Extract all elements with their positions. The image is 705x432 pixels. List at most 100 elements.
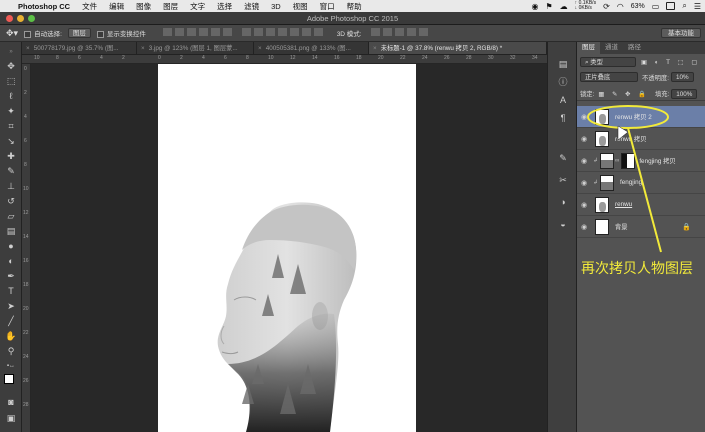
menu-type[interactable]: 文字 — [184, 1, 211, 12]
maximize-window-icon[interactable] — [28, 15, 35, 22]
list-icon[interactable]: ☰ — [694, 2, 701, 11]
layer-name[interactable]: renwu 拷贝 — [615, 134, 647, 143]
lock-icons[interactable]: ▦ ✎ ✥ 🔒 — [598, 90, 649, 98]
path-select-icon[interactable]: ➤ — [4, 300, 18, 312]
tab-paths[interactable]: 路径 — [623, 42, 646, 54]
menu-app-name[interactable]: Photoshop CC — [12, 2, 76, 11]
distribute-bottom-icon[interactable] — [265, 28, 275, 36]
layer-row[interactable]: ◉ renwu — [577, 194, 705, 216]
pen-icon[interactable]: ✒ — [4, 270, 18, 282]
character-icon[interactable]: A — [556, 94, 570, 106]
menu-help[interactable]: 帮助 — [341, 1, 368, 12]
close-tab-icon[interactable]: × — [141, 45, 145, 52]
distribute-top-icon[interactable] — [241, 28, 251, 36]
drag-3d-icon[interactable] — [394, 28, 404, 36]
layer-row[interactable]: ◉ renwu 拷贝 2 — [577, 106, 705, 128]
align-bottom-icon[interactable] — [186, 28, 196, 36]
zoom-icon[interactable]: ⚲ — [4, 345, 18, 357]
layer-name[interactable]: 背景 — [615, 222, 628, 231]
roll-3d-icon[interactable] — [382, 28, 392, 36]
paragraph-icon[interactable]: ¶ — [556, 112, 570, 124]
eyedropper-icon[interactable]: ↘ — [4, 135, 18, 147]
styles-icon[interactable]: ◒ — [556, 218, 570, 230]
layer-row[interactable]: ◉ ↲ ∞ fengjing 拷贝 — [577, 150, 705, 172]
auto-select-checkbox[interactable]: 自动选择: — [24, 28, 62, 38]
show-transform-checkbox[interactable]: 显示变换控件 — [96, 28, 146, 38]
foreground-color-swatch[interactable] — [4, 374, 14, 384]
marquee-icon[interactable]: ⬚ — [4, 75, 18, 87]
screen-mode-icon[interactable]: ▣ — [4, 412, 18, 424]
adjustments-icon[interactable]: ◑ — [556, 196, 570, 208]
brush-panel-icon[interactable]: ✎ — [556, 152, 570, 164]
gradient-icon[interactable]: ▤ — [4, 225, 18, 237]
stamp-icon[interactable]: ⊥ — [4, 180, 18, 192]
visibility-eye-icon[interactable]: ◉ — [577, 223, 591, 231]
info-icon[interactable]: ⓘ — [556, 76, 570, 88]
menu-select[interactable]: 选择 — [211, 1, 238, 12]
visibility-eye-icon[interactable]: ◉ — [577, 135, 591, 143]
visibility-eye-icon[interactable]: ◉ — [577, 179, 591, 187]
workspace-dropdown[interactable]: 基本功能 — [661, 28, 701, 38]
visibility-eye-icon[interactable]: ◉ — [577, 157, 591, 165]
menu-window[interactable]: 窗口 — [314, 1, 341, 12]
blend-mode-dropdown[interactable]: 正片叠底 — [580, 72, 638, 82]
distribute-vcenter-icon[interactable] — [253, 28, 263, 36]
align-vcenter-icon[interactable] — [174, 28, 184, 36]
move-icon[interactable]: ✥ — [4, 60, 18, 72]
clone-source-icon[interactable]: ✂ — [556, 174, 570, 186]
filter-kind-dropdown[interactable]: ⌕ 类型 — [580, 57, 636, 67]
doc-tab-2[interactable]: × 3.jpg @ 123% (图层 1, 图层蒙... — [137, 42, 254, 54]
filter-icons[interactable]: ▣ ◐ T ⬚ ▢ — [641, 59, 700, 66]
doc-tab-3[interactable]: × 400505381.png @ 133% (图... — [254, 42, 369, 54]
lasso-icon[interactable]: ℓ — [4, 90, 18, 102]
battery-icon[interactable]: ▭ — [652, 2, 660, 11]
blur-icon[interactable]: ● — [4, 240, 18, 252]
type-icon[interactable]: T — [4, 285, 18, 297]
quick-mask-icon[interactable]: ◙ — [4, 396, 18, 408]
align-hcenter-icon[interactable] — [210, 28, 220, 36]
menu-edit[interactable]: 编辑 — [103, 1, 130, 12]
layer-name[interactable]: fengjing 拷贝 — [639, 156, 675, 165]
dodge-icon[interactable]: ◐ — [4, 255, 18, 267]
layer-row[interactable]: ◉ renwu 拷贝 — [577, 128, 705, 150]
align-left-icon[interactable] — [198, 28, 208, 36]
menu-3d[interactable]: 3D — [265, 2, 287, 11]
default-colors-icon[interactable]: ▪↔ — [4, 360, 18, 372]
cloud-icon[interactable]: ☁ — [560, 2, 568, 11]
tab-channels[interactable]: 通道 — [600, 42, 623, 54]
visibility-eye-icon[interactable]: ◉ — [577, 201, 591, 209]
minimize-window-icon[interactable] — [17, 15, 24, 22]
opacity-input[interactable]: 10% — [670, 72, 694, 82]
visibility-eye-icon[interactable]: ◉ — [577, 113, 591, 121]
close-tab-icon[interactable]: × — [26, 45, 30, 52]
layer-name[interactable]: fengjing — [620, 179, 642, 186]
spotlight-icon[interactable]: ⌕ — [682, 1, 686, 11]
auto-select-dropdown[interactable]: 图层 — [67, 28, 91, 38]
close-window-icon[interactable] — [6, 15, 13, 22]
doc-tab-active[interactable]: × 未标题-1 @ 37.8% (renwu 拷贝 2, RGB/8) * — [369, 42, 547, 54]
menu-file[interactable]: 文件 — [76, 1, 103, 12]
shape-icon[interactable]: ╱ — [4, 315, 18, 327]
tab-layers[interactable]: 图层 — [577, 42, 600, 54]
layer-row[interactable]: ◉ 背景 🔒 — [577, 216, 705, 238]
auto-align-icon[interactable] — [313, 28, 323, 36]
hand-icon[interactable]: ✋ — [4, 330, 18, 342]
history-icon[interactable]: ▤ — [556, 58, 570, 70]
eraser-icon[interactable]: ▱ — [4, 210, 18, 222]
menu-view[interactable]: 视图 — [287, 1, 314, 12]
close-tab-icon[interactable]: × — [258, 45, 262, 52]
menu-image[interactable]: 图像 — [130, 1, 157, 12]
flag-icon[interactable]: ⚑ — [546, 2, 553, 11]
layer-name[interactable]: renwu 拷贝 2 — [615, 112, 652, 121]
menu-filter[interactable]: 滤镜 — [238, 1, 265, 12]
healing-icon[interactable]: ✚ — [4, 150, 18, 162]
history-brush-icon[interactable]: ↺ — [4, 195, 18, 207]
crop-icon[interactable]: ⌗ — [4, 120, 18, 132]
magic-wand-icon[interactable]: ✦ — [4, 105, 18, 117]
wifi-icon[interactable]: ◠ — [617, 2, 624, 11]
scale-3d-icon[interactable] — [418, 28, 428, 36]
move-tool-preset-icon[interactable]: ✥▾ — [6, 28, 18, 39]
notification-icon[interactable] — [666, 2, 676, 10]
brush-icon[interactable]: ✎ — [4, 165, 18, 177]
sync-icon[interactable]: ⟳ — [603, 2, 610, 11]
